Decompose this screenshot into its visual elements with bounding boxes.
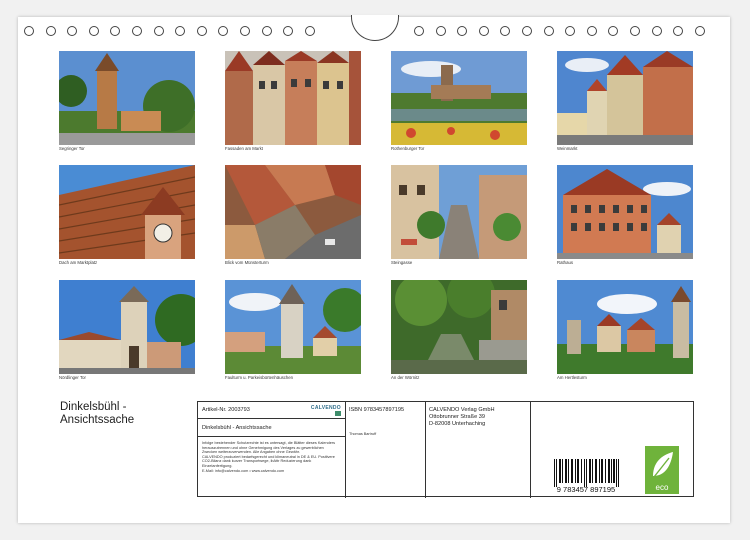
binding-hole [543, 26, 554, 36]
photo-tile: Steingasse [391, 165, 527, 266]
publisher-city: D-82008 Unterhaching [429, 421, 486, 427]
binding-hole [500, 26, 511, 36]
photo-tile: An der Wörnitz [391, 280, 527, 381]
isbn-barcode: 9 783457 897195 [554, 459, 619, 493]
photo-caption: Weinmarkt [557, 146, 578, 151]
photo-rothenburger-tor [391, 51, 527, 145]
photo-tile: Segringer Tor [59, 51, 195, 152]
binding-hole [88, 26, 99, 36]
eco-label: eco [656, 483, 669, 492]
author: Thomas Bartruff [349, 432, 377, 436]
photo-caption: Nördlinger Tor [59, 375, 86, 380]
product-title-cell: Dinkelsbühl - Ansichtssache [198, 419, 346, 437]
isbn-author-cell: ISBN 9783457897195 Thomas Bartruff [346, 402, 426, 498]
calendar-title-line-2: Ansichtssache [60, 414, 135, 426]
photo-tile: Faulturm u. Parkeisbürtenhäuschen [225, 280, 361, 381]
photo-blick-vom-muensterturm [225, 165, 361, 259]
calvendo-logo-mark [335, 411, 341, 416]
product-info-box: Artikel-Nr. 2003793 CALVENDO Dinkelsbühl… [197, 401, 694, 498]
photo-caption: Fassaden am Markt [225, 146, 263, 151]
binding-hole [304, 26, 315, 36]
binding-hole [240, 26, 250, 36]
calendar-title-line-1: Dinkelsbühl - [60, 401, 127, 413]
binding-hole [110, 26, 121, 36]
photo-fassaden-am-markt [225, 51, 361, 145]
binding-hole [694, 26, 705, 36]
product-title: Dinkelsbühl - Ansichtssache [202, 425, 272, 431]
binding-hole [586, 26, 597, 36]
photo-caption: Steingasse [391, 260, 413, 265]
article-number: Artikel-Nr. 2003793 [202, 407, 250, 413]
isbn: ISBN 9783457897195 [349, 407, 405, 413]
photo-tile: Am Hertlesturm [557, 280, 693, 381]
eco-badge: eco [645, 446, 679, 494]
binding-hole [67, 26, 78, 36]
photo-weinmarkt [557, 51, 693, 145]
photo-tile: Fassaden am Markt [225, 51, 361, 152]
binding-hole [218, 26, 229, 36]
binding-hole [414, 26, 424, 36]
binding-hole [261, 26, 272, 36]
barcode-digits: 9 783457 897195 [557, 485, 615, 493]
photo-faulturm [225, 280, 361, 374]
legal-text-contact: E-Mail: info@calvendo.com • www.calvendo… [202, 468, 285, 473]
photo-caption: Rathaus [557, 260, 574, 265]
photo-tile: Dach am Marktplatz [59, 165, 195, 266]
photo-tile: Blick vom Münsterturm [225, 165, 361, 266]
photo-tile: Rathaus [557, 165, 693, 266]
calendar-title: Dinkelsbühl - Ansichtssache [60, 401, 134, 427]
article-number-cell: Artikel-Nr. 2003793 CALVENDO [198, 402, 346, 419]
binding-hole [565, 26, 576, 36]
binding-hole [45, 26, 56, 36]
publisher-street: Ottobrunner Straße 39 [429, 414, 485, 420]
binding-hole [435, 26, 446, 36]
photo-rathaus [557, 165, 693, 259]
binding-hole [24, 26, 34, 36]
binding-hole [522, 26, 532, 36]
binding-hole [457, 26, 468, 36]
photo-steingasse [391, 165, 527, 259]
binding-hole [153, 26, 164, 36]
photo-caption: Blick vom Münsterturm [225, 260, 269, 265]
photo-dach-am-marktplatz [59, 165, 195, 259]
photo-an-der-woernitz [391, 280, 527, 374]
binding-hole [630, 26, 640, 36]
binding-hole [132, 26, 142, 36]
photo-tile: Rothenburger Tor [391, 51, 527, 152]
binding-hole [196, 26, 207, 36]
photo-noerdlinger-tor [59, 280, 195, 374]
photo-caption: Dach am Marktplatz [59, 260, 98, 265]
photo-caption: Am Hertlesturm [557, 375, 587, 380]
binding-hole [175, 26, 186, 36]
legal-text-cell: Infolge bestehender Schutzrechte ist es … [198, 437, 346, 498]
publisher-name: CALVENDO Verlag GmbH [429, 407, 495, 413]
photo-caption: An der Wörnitz [391, 375, 420, 380]
legal-text-production: CALVENDO produziert bedarfsgerecht und k… [202, 454, 335, 468]
photo-caption: Segringer Tor [59, 146, 85, 151]
calendar-back-page: Segringer Tor Fassaden am Markt Rothenbu… [18, 15, 730, 523]
binding-hole [283, 26, 294, 36]
photo-tile: Weinmarkt [557, 51, 693, 152]
binding-hole [478, 26, 489, 36]
photo-caption: Faulturm u. Parkeisbürtenhäuschen [225, 375, 294, 380]
photo-am-hertlesturm [557, 280, 693, 374]
photo-segringer-tor [59, 51, 195, 145]
photo-caption: Rothenburger Tor [391, 146, 425, 151]
binding-hole [651, 26, 662, 36]
legal-text-copyright: Infolge bestehender Schutzrechte ist es … [202, 441, 335, 455]
binding-hole [608, 26, 619, 36]
publisher-cell: CALVENDO Verlag GmbH Ottobrunner Straße … [426, 402, 531, 498]
binding-hole [673, 26, 684, 36]
photo-tile: Nördlinger Tor [59, 280, 195, 381]
